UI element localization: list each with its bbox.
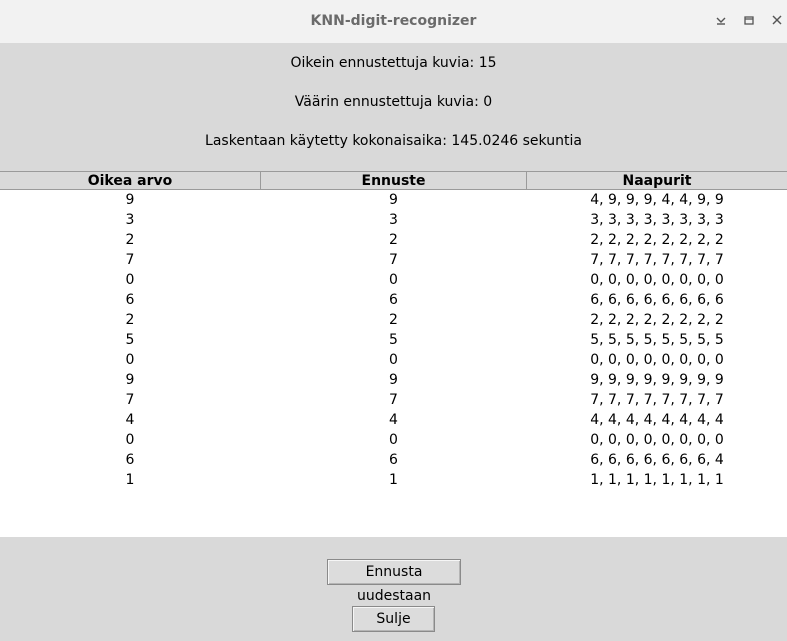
table-row[interactable]: 6 6 6, 6, 6, 6, 6, 6, 6, 4: [0, 450, 787, 470]
cell-prediction: 7: [389, 392, 398, 408]
cell-prediction: 6: [389, 292, 398, 308]
results-table: Oikea arvo Ennuste Naapurit 9 9 4, 9, 9, 9…: [0, 171, 787, 537]
table-row[interactable]: 0 0 0, 0, 0, 0, 0, 0, 0, 0: [0, 270, 787, 290]
cell-prediction: 9: [389, 372, 398, 388]
cell-prediction: 0: [389, 432, 398, 448]
cell-prediction: 4: [389, 412, 398, 428]
cell-neighbors: 0, 0, 0, 0, 0, 0, 0, 0: [590, 352, 724, 368]
column-header-true-value[interactable]: Oikea arvo: [0, 172, 261, 190]
table-row[interactable]: 3 3 3, 3, 3, 3, 3, 3, 3, 3: [0, 210, 787, 230]
repredict-button[interactable]: Ennusta uudestaan: [327, 559, 461, 604]
cell-prediction: 7: [389, 252, 398, 268]
cell-neighbors: 5, 5, 5, 5, 5, 5, 5, 5: [590, 332, 724, 348]
title-bar: KNN-digit-recognizer: [0, 0, 787, 43]
cell-prediction: 3: [389, 212, 398, 228]
cell-true-value: 4: [125, 412, 135, 428]
table-row[interactable]: 2 2 2, 2, 2, 2, 2, 2, 2, 2: [0, 230, 787, 250]
cell-true-value: 9: [125, 192, 135, 208]
cell-neighbors: 7, 7, 7, 7, 7, 7, 7, 7: [590, 252, 724, 268]
cell-neighbors: 2, 2, 2, 2, 2, 2, 2, 2: [590, 312, 724, 328]
cell-prediction: 0: [389, 352, 398, 368]
cell-true-value: 2: [125, 232, 135, 248]
cell-neighbors: 6, 6, 6, 6, 6, 6, 6, 4: [590, 452, 724, 468]
total-time-label: Laskentaan käytetty kokonaisaika: 145.02…: [205, 133, 582, 149]
cell-true-value: 1: [125, 472, 135, 488]
cell-neighbors: 6, 6, 6, 6, 6, 6, 6, 6: [590, 292, 724, 308]
minimize-icon[interactable]: [714, 13, 728, 27]
table-row[interactable]: 7 7 7, 7, 7, 7, 7, 7, 7, 7: [0, 390, 787, 410]
cell-neighbors: 0, 0, 0, 0, 0, 0, 0, 0: [590, 432, 724, 448]
maximize-icon[interactable]: [742, 13, 756, 27]
cell-true-value: 2: [125, 312, 135, 328]
table-row[interactable]: 7 7 7, 7, 7, 7, 7, 7, 7, 7: [0, 250, 787, 270]
cell-neighbors: 3, 3, 3, 3, 3, 3, 3, 3: [590, 212, 724, 228]
cell-neighbors: 4, 4, 4, 4, 4, 4, 4, 4: [590, 412, 724, 428]
table-header: Oikea arvo Ennuste Naapurit: [0, 171, 787, 190]
cell-prediction: 0: [389, 272, 398, 288]
wrong-count-label: Väärin ennustettuja kuvia: 0: [294, 94, 493, 110]
table-body: 9 9 4, 9, 9, 9, 4, 4, 9, 9 3 3 3, 3, 3, 3, 3…: [0, 190, 787, 490]
cell-prediction: 6: [389, 452, 398, 468]
cell-true-value: 3: [125, 212, 135, 228]
table-row[interactable]: 0 0 0, 0, 0, 0, 0, 0, 0, 0: [0, 430, 787, 450]
table-row[interactable]: 9 9 4, 9, 9, 9, 4, 4, 9, 9: [0, 190, 787, 210]
cell-true-value: 6: [125, 452, 135, 468]
close-button[interactable]: Sulje: [352, 606, 435, 632]
cell-true-value: 0: [125, 352, 135, 368]
table-row[interactable]: 9 9 9, 9, 9, 9, 9, 9, 9, 9: [0, 370, 787, 390]
cell-prediction: 5: [389, 332, 398, 348]
cell-true-value: 9: [125, 372, 135, 388]
cell-true-value: 0: [125, 432, 135, 448]
cell-neighbors: 2, 2, 2, 2, 2, 2, 2, 2: [590, 232, 724, 248]
cell-true-value: 0: [125, 272, 135, 288]
cell-prediction: 1: [389, 472, 398, 488]
column-header-prediction[interactable]: Ennuste: [261, 172, 527, 190]
cell-neighbors: 4, 9, 9, 9, 4, 4, 9, 9: [590, 192, 724, 208]
table-row[interactable]: 6 6 6, 6, 6, 6, 6, 6, 6, 6: [0, 290, 787, 310]
cell-neighbors: 1, 1, 1, 1, 1, 1, 1, 1: [590, 472, 724, 488]
cell-true-value: 7: [125, 392, 135, 408]
cell-prediction: 2: [389, 312, 398, 328]
cell-true-value: 6: [125, 292, 135, 308]
cell-neighbors: 9, 9, 9, 9, 9, 9, 9, 9: [590, 372, 724, 388]
column-header-neighbors[interactable]: Naapurit: [527, 172, 787, 190]
table-row[interactable]: 1 1 1, 1, 1, 1, 1, 1, 1, 1: [0, 470, 787, 490]
cell-prediction: 9: [389, 192, 398, 208]
cell-true-value: 5: [125, 332, 135, 348]
cell-neighbors: 0, 0, 0, 0, 0, 0, 0, 0: [590, 272, 724, 288]
cell-neighbors: 7, 7, 7, 7, 7, 7, 7, 7: [590, 392, 724, 408]
cell-true-value: 7: [125, 252, 135, 268]
cell-prediction: 2: [389, 232, 398, 248]
correct-count-label: Oikein ennustettuja kuvia: 15: [290, 55, 497, 71]
close-icon[interactable]: [770, 13, 784, 27]
window-title: KNN-digit-recognizer: [310, 13, 477, 29]
table-row[interactable]: 4 4 4, 4, 4, 4, 4, 4, 4, 4: [0, 410, 787, 430]
table-row[interactable]: 5 5 5, 5, 5, 5, 5, 5, 5, 5: [0, 330, 787, 350]
table-row[interactable]: 2 2 2, 2, 2, 2, 2, 2, 2, 2: [0, 310, 787, 330]
table-row[interactable]: 0 0 0, 0, 0, 0, 0, 0, 0, 0: [0, 350, 787, 370]
